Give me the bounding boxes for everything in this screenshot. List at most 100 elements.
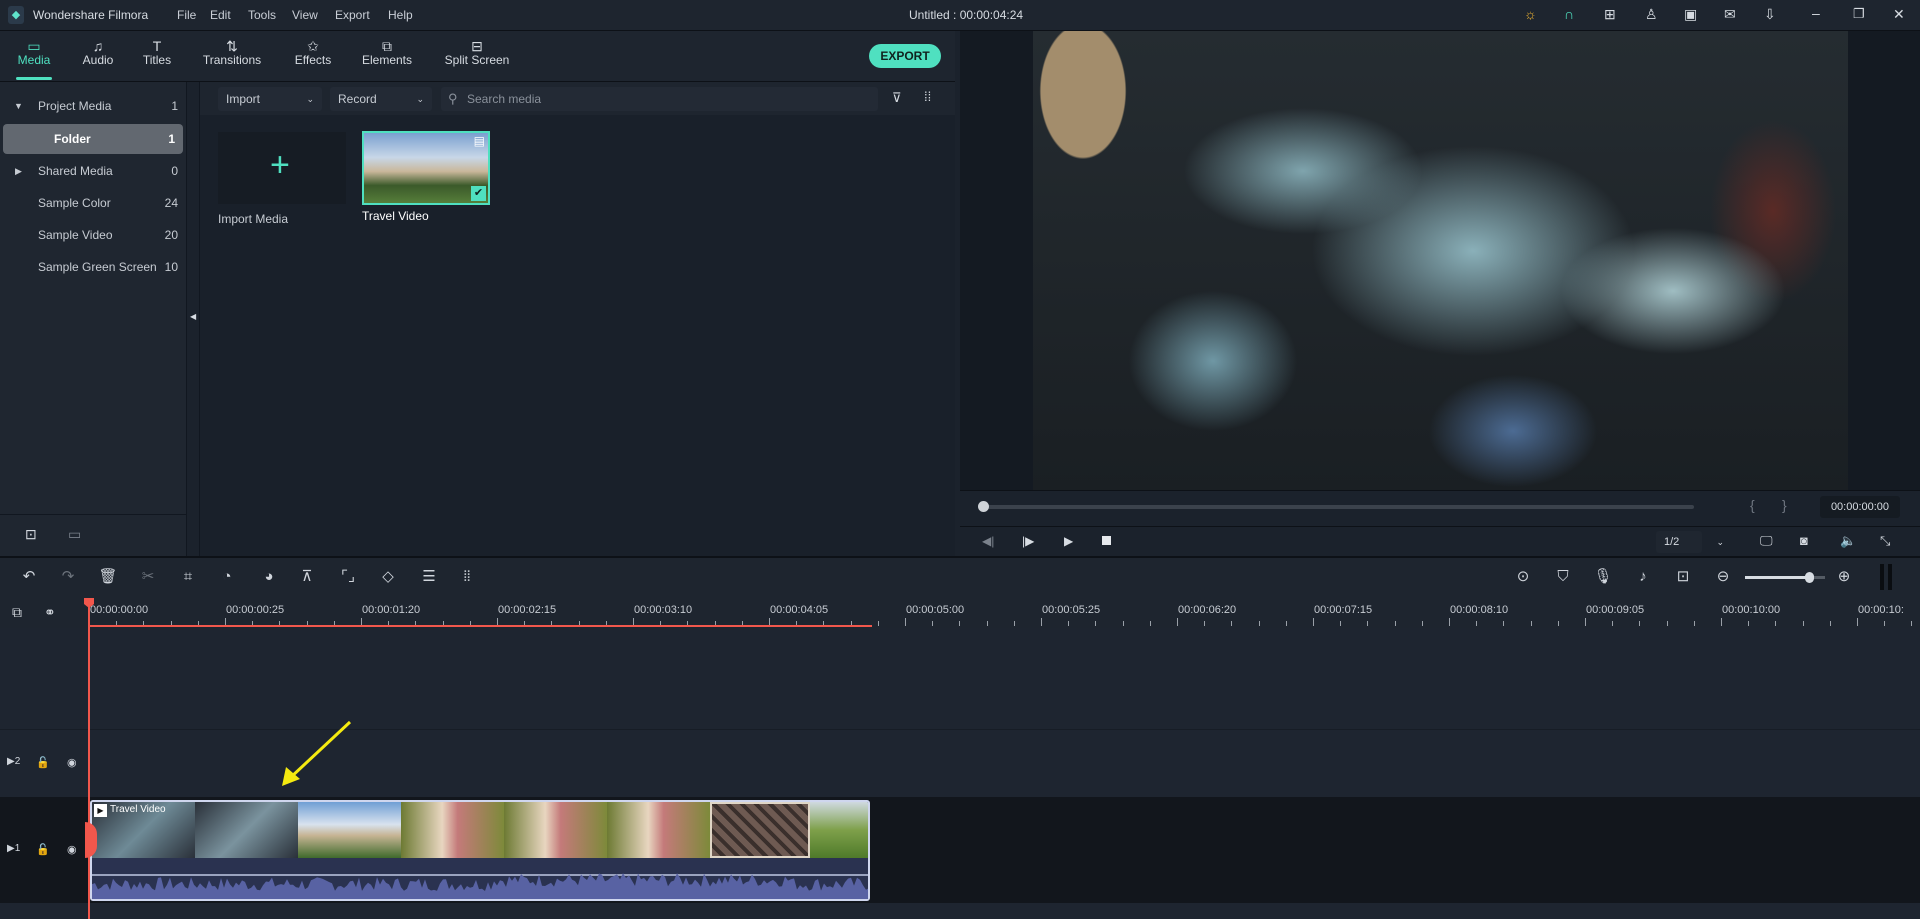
sidebar-item-shared-media[interactable]: ▶ Shared Media 0 bbox=[0, 156, 186, 186]
ruler-label: 00:00:00:00 bbox=[90, 604, 149, 616]
display-icon[interactable]: 🖵 bbox=[1760, 533, 1773, 549]
marker-icon[interactable]: ⛉ bbox=[1552, 566, 1574, 588]
menu-edit[interactable]: Edit bbox=[210, 8, 231, 22]
import-media-tile[interactable]: + bbox=[218, 132, 346, 204]
unlock-icon[interactable]: 🔓 bbox=[36, 756, 50, 769]
audio-waveform-icon[interactable]: ⦙⦙ bbox=[456, 566, 478, 588]
sidebar-item-count: 1 bbox=[168, 132, 175, 146]
play-icon[interactable]: ▶ bbox=[1064, 534, 1073, 548]
ruler-tick bbox=[1612, 621, 1614, 626]
menu-tools[interactable]: Tools bbox=[248, 8, 276, 22]
download-icon[interactable]: ⇩ bbox=[1764, 6, 1776, 23]
menu-file[interactable]: File bbox=[177, 8, 196, 22]
ruler-tick bbox=[1693, 621, 1695, 626]
volume-icon[interactable]: 🔈 bbox=[1840, 533, 1856, 549]
travel-video-thumbnail[interactable]: ▤ ✔ bbox=[362, 131, 490, 205]
clip-frame bbox=[504, 802, 607, 858]
cut-icon[interactable]: ✂ bbox=[137, 566, 159, 588]
delete-icon[interactable]: 🗑 bbox=[97, 566, 119, 588]
ruler-tick bbox=[1285, 621, 1287, 626]
scrubber-handle[interactable] bbox=[978, 501, 989, 512]
gift-icon[interactable]: ⊞ bbox=[1604, 6, 1616, 23]
timeline-ruler[interactable]: ⧉ ⚭ 00:00:00:00 00:00:00:25 00:00:01:20 00:… bbox=[0, 598, 1920, 628]
ruler-tick bbox=[1449, 618, 1450, 626]
clip-frame bbox=[298, 802, 401, 858]
mail-icon[interactable]: ✉ bbox=[1724, 6, 1736, 23]
import-dropdown[interactable]: Import ⌄ bbox=[218, 87, 322, 111]
fullscreen-icon[interactable]: ⤡ bbox=[1880, 533, 1890, 549]
snapshot-icon[interactable]: ◙ bbox=[1800, 533, 1808, 548]
sidebar-item-folder[interactable]: Folder 1 bbox=[3, 124, 183, 154]
account-icon[interactable]: ♙ bbox=[1645, 6, 1658, 23]
eye-icon[interactable]: ◉ bbox=[67, 843, 77, 856]
zoom-slider-handle[interactable] bbox=[1805, 572, 1814, 583]
travel-video-clip[interactable]: ▶ Travel Video bbox=[90, 800, 870, 901]
crop-icon[interactable]: ⌗ bbox=[177, 566, 199, 588]
mark-in-icon[interactable]: { bbox=[1750, 497, 1755, 513]
unlock-icon[interactable]: 🔓 bbox=[36, 843, 50, 856]
tab-transitions[interactable]: ⇅ Transitions bbox=[200, 31, 264, 82]
panel-toggle-icon[interactable] bbox=[1880, 564, 1892, 590]
sidebar-item-label: Project Media bbox=[38, 99, 112, 113]
play-frame-icon[interactable]: |▶ bbox=[1022, 534, 1034, 548]
pan-zoom-icon[interactable]: ⌜⌟ bbox=[337, 566, 359, 588]
grid-view-icon[interactable]: ⁞⁞ bbox=[924, 89, 931, 104]
redo-icon[interactable]: ↷ bbox=[57, 566, 79, 588]
app-name: Wondershare Filmora bbox=[33, 8, 149, 22]
audio-mixer-icon[interactable]: ♪ bbox=[1632, 566, 1654, 588]
minimize-icon[interactable]: – bbox=[1812, 5, 1820, 21]
quality-dropdown[interactable]: 1/2 ⌄ bbox=[1656, 531, 1724, 553]
ruler-label: 00:00:00:25 bbox=[226, 604, 285, 616]
sidebar-item-sample-color[interactable]: Sample Color 24 bbox=[0, 188, 186, 218]
microphone-icon[interactable]: 🎙 bbox=[1592, 566, 1614, 588]
filter-icon[interactable]: ⊽ bbox=[892, 90, 902, 106]
tab-elements[interactable]: ⧉ Elements bbox=[358, 31, 416, 82]
collapse-arrow-icon[interactable]: ◀ bbox=[190, 312, 196, 321]
music-note-icon: ♫ bbox=[92, 38, 104, 54]
menu-export[interactable]: Export bbox=[335, 8, 370, 22]
eye-icon[interactable]: ◉ bbox=[67, 756, 77, 769]
close-icon[interactable]: ✕ bbox=[1893, 6, 1905, 23]
speed-icon[interactable]: ◔ bbox=[216, 566, 238, 588]
split-view-icon[interactable]: ⊡ bbox=[1672, 566, 1694, 588]
zoom-out-icon[interactable]: ⊖ bbox=[1712, 566, 1734, 588]
folder-icon[interactable]: ▭ bbox=[68, 526, 81, 543]
adjust-icon[interactable]: ☰ bbox=[418, 566, 440, 588]
render-preview-icon[interactable]: ⊙ bbox=[1512, 566, 1534, 588]
previous-frame-icon[interactable]: ◀| bbox=[982, 534, 994, 548]
new-folder-icon[interactable]: ⊡ bbox=[25, 526, 37, 543]
save-icon[interactable]: ▣ bbox=[1684, 6, 1697, 23]
tab-effects[interactable]: ✩ Effects bbox=[290, 31, 336, 82]
sidebar-item-project-media[interactable]: ▼ Project Media 1 bbox=[0, 91, 186, 121]
timeline-zoom-slider[interactable] bbox=[1745, 572, 1825, 583]
zoom-in-icon[interactable]: ⊕ bbox=[1833, 566, 1855, 588]
playhead-line[interactable] bbox=[88, 598, 90, 919]
search-input[interactable]: ⚲ Search media bbox=[441, 87, 878, 111]
tab-split-screen[interactable]: ⊟ Split Screen bbox=[442, 31, 512, 82]
preview-timecode: 00:00:00:00 bbox=[1820, 496, 1900, 518]
stop-icon[interactable] bbox=[1102, 536, 1111, 545]
record-dropdown[interactable]: Record ⌄ bbox=[330, 87, 432, 111]
headset-icon[interactable]: ∩ bbox=[1564, 6, 1574, 22]
menu-view[interactable]: View bbox=[292, 8, 318, 22]
tab-media[interactable]: ▭ Media bbox=[16, 31, 52, 82]
track-number: 2 bbox=[14, 756, 21, 767]
ruler-tick bbox=[1204, 621, 1206, 626]
green-screen-icon[interactable]: ⊼ bbox=[296, 566, 318, 588]
sidebar-splitter[interactable]: ◀ bbox=[186, 82, 200, 556]
restore-icon[interactable]: ❐ bbox=[1853, 6, 1865, 22]
mark-out-icon[interactable]: } bbox=[1782, 497, 1787, 513]
playback-scrubber[interactable] bbox=[978, 501, 1694, 512]
menu-help[interactable]: Help bbox=[388, 8, 413, 22]
sidebar-item-sample-video[interactable]: Sample Video 20 bbox=[0, 220, 186, 250]
sidebar-item-label: Folder bbox=[54, 132, 91, 146]
export-button[interactable]: EXPORT bbox=[869, 44, 941, 68]
tab-audio[interactable]: ♫ Audio bbox=[80, 31, 116, 82]
undo-icon[interactable]: ↶ bbox=[18, 566, 40, 588]
tab-titles[interactable]: T Titles bbox=[139, 31, 175, 82]
color-palette-icon[interactable]: ◕ bbox=[258, 566, 280, 588]
sidebar-item-sample-green-screen[interactable]: Sample Green Screen 10 bbox=[0, 252, 186, 282]
lightbulb-icon[interactable]: ☼ bbox=[1524, 6, 1537, 22]
ruler-tick bbox=[1013, 621, 1015, 626]
keyframe-icon[interactable]: ◇ bbox=[377, 566, 399, 588]
